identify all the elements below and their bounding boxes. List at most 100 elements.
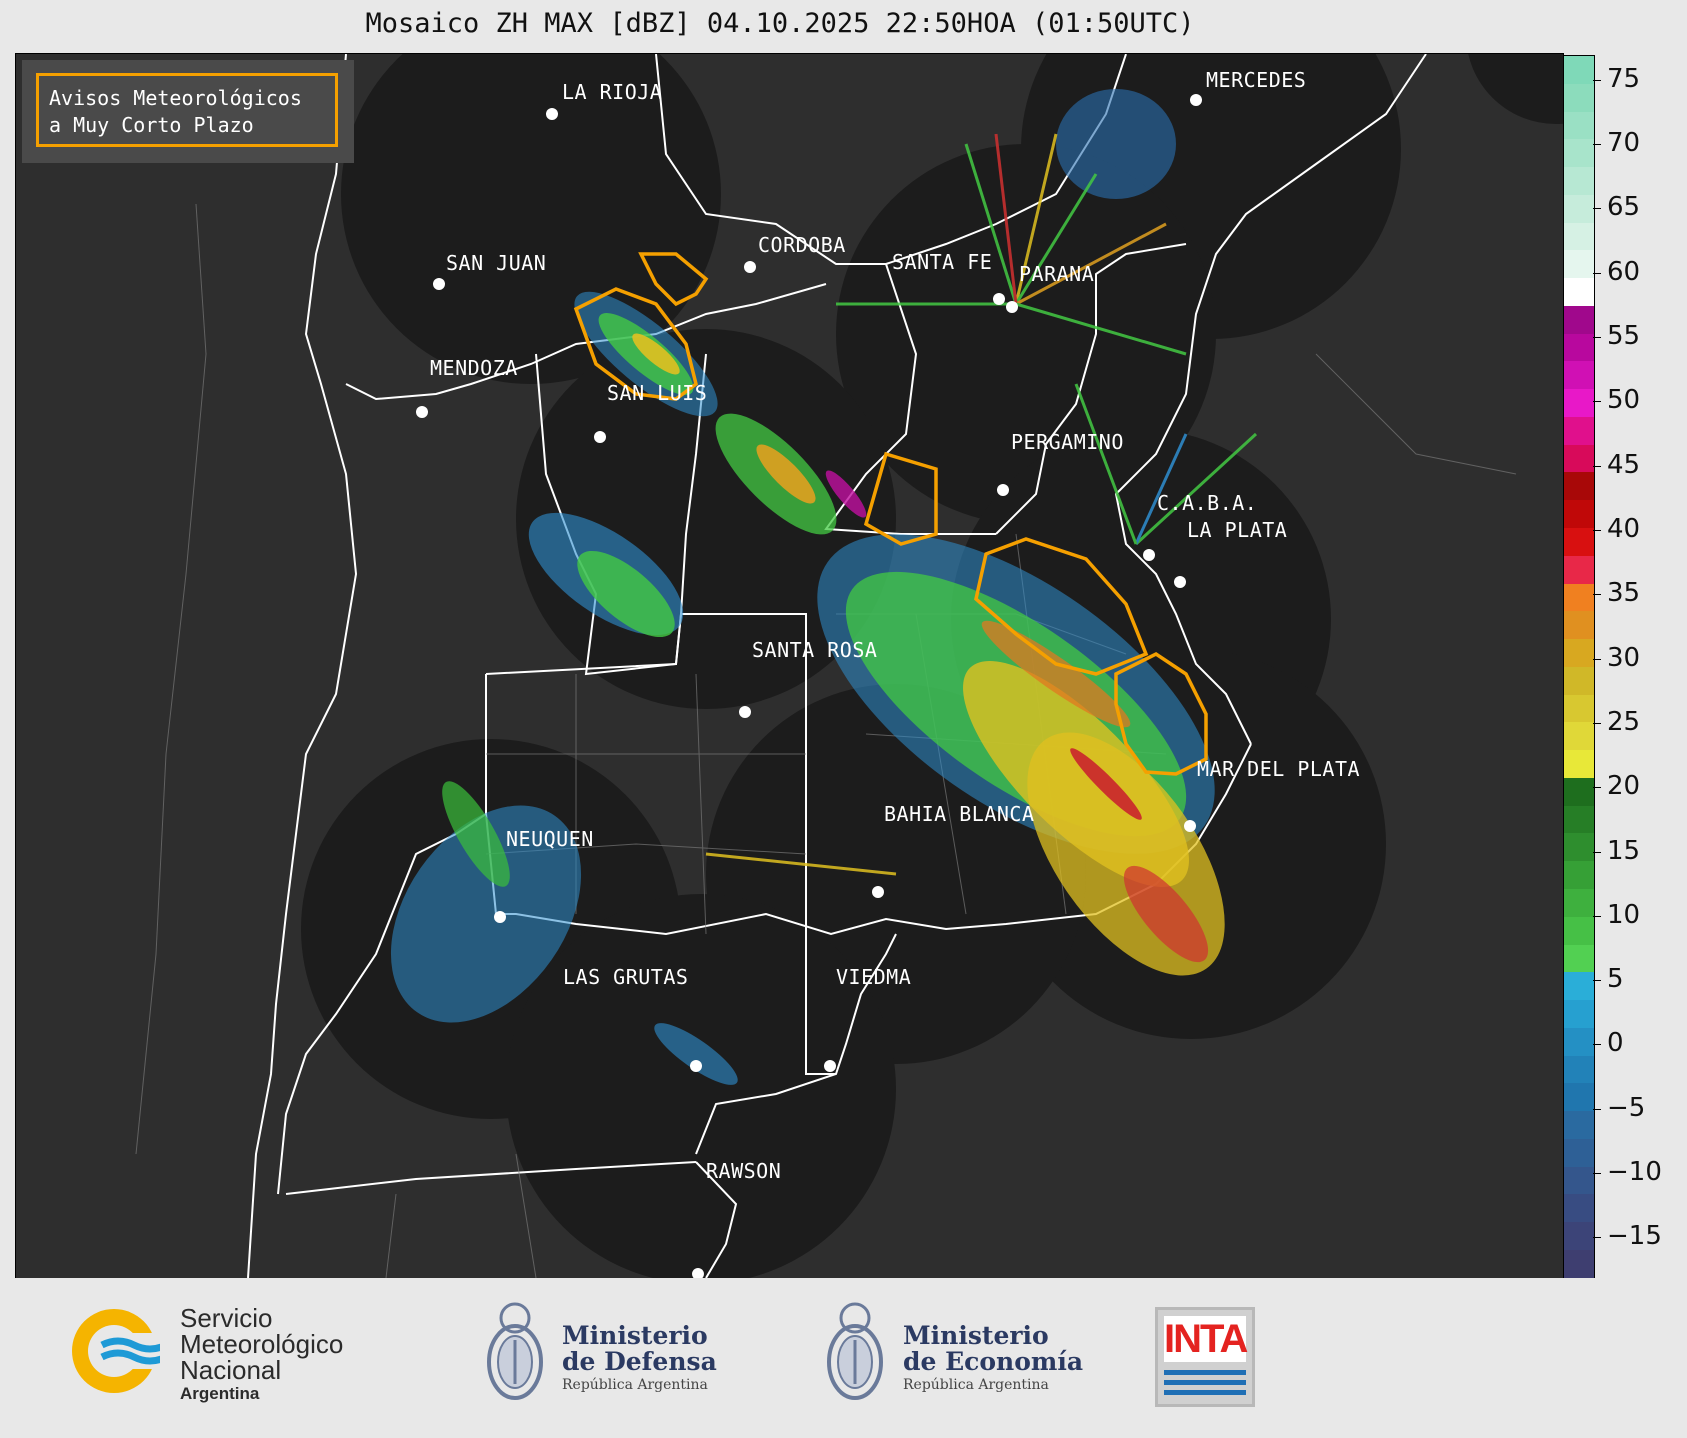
defensa-line-2: de Defensa	[562, 1347, 717, 1376]
colorbar-segment	[1564, 694, 1594, 723]
map-title: Mosaico ZH MAX [dBZ] 04.10.2025 22:50HOA…	[365, 8, 1195, 39]
colorbar-segment	[1564, 1194, 1594, 1223]
colorbar-segment	[1564, 1000, 1594, 1028]
colorbar-segment	[1564, 444, 1594, 473]
colorbar-segment	[1564, 1249, 1594, 1278]
city-label: C.A.B.A.	[1157, 491, 1258, 515]
colorbar-segment	[1564, 194, 1594, 223]
colorbar-tick-label: 45	[1592, 450, 1640, 480]
colorbar-tick-label: −15	[1593, 1221, 1662, 1251]
smn-line-1: Servicio	[180, 1303, 273, 1333]
colorbar-tick-label: 30	[1592, 643, 1640, 673]
city-label: SAN JUAN	[446, 251, 547, 275]
colorbar-segment	[1564, 944, 1594, 973]
colorbar-tick-label: 5	[1593, 964, 1624, 994]
smn-wordmark: Servicio Meteorológico Nacional Argentin…	[180, 1305, 343, 1405]
legend-line-2: a Muy Corto Plazo	[49, 113, 254, 137]
defensa-line-1: Ministerio	[562, 1321, 708, 1350]
colorbar-segment	[1564, 333, 1594, 362]
smn-logo-icon	[72, 1309, 160, 1393]
city-label: MAR DEL PLATA	[1197, 757, 1361, 781]
dbz-colorbar	[1563, 55, 1595, 1279]
colorbar-segment	[1564, 139, 1594, 168]
city-label: MENDOZA	[430, 356, 518, 380]
city-label: LAS GRUTAS	[563, 965, 689, 989]
colorbar-segment	[1564, 56, 1594, 84]
coat-of-arms-icon	[487, 1302, 543, 1400]
ministerio-economia-wordmark: Ministerio de Economía República Argenti…	[903, 1323, 1083, 1395]
inta-stripe	[1164, 1390, 1246, 1395]
colorbar-segment	[1564, 1083, 1594, 1112]
city-label: PERGAMINO	[1011, 430, 1124, 454]
economia-line-1: Ministerio	[903, 1321, 1049, 1350]
city-label: SAN LUIS	[607, 381, 708, 405]
colorbar-segment	[1564, 278, 1594, 306]
colorbar-tick-label: 60	[1592, 257, 1640, 287]
city-label: PARANA	[1019, 262, 1095, 286]
colorbar-tick-label: −5	[1592, 1093, 1645, 1123]
legend-line-1: Avisos Meteorológicos	[49, 86, 302, 110]
smn-line-2: Meteorológico	[180, 1329, 344, 1359]
radar-map[interactable]: LA RIOJA MERCEDES SAN JUAN CORDOBA SANTA…	[15, 53, 1564, 1279]
city-label: LA PLATA	[1187, 518, 1288, 542]
colorbar-segment	[1564, 472, 1594, 501]
colorbar-tick-label: 40	[1592, 514, 1640, 544]
colorbar-tick-label: 0	[1593, 1028, 1624, 1058]
colorbar-segment	[1564, 389, 1594, 417]
city-label: VIEDMA	[836, 965, 912, 989]
colorbar-segment	[1564, 611, 1594, 640]
colorbar-segment	[1564, 250, 1594, 279]
smn-line-4: Argentina	[180, 1384, 260, 1403]
colorbar-tick-label: 20	[1592, 771, 1640, 801]
colorbar-segment	[1564, 861, 1594, 889]
colorbar-segment	[1564, 111, 1594, 140]
colorbar-segment	[1564, 528, 1594, 556]
colorbar-segment	[1564, 722, 1594, 751]
colorbar-segment	[1564, 1111, 1594, 1139]
colorbar-tick-label: 70	[1592, 128, 1640, 158]
colorbar-segment	[1564, 1138, 1594, 1167]
economia-line-3: República Argentina	[903, 1377, 1049, 1393]
colorbar-segment	[1564, 1027, 1594, 1056]
colorbar-segment	[1564, 500, 1594, 529]
colorbar-tick-label: 35	[1592, 578, 1640, 608]
city-label: SANTA FE	[892, 250, 993, 274]
colorbar-segment	[1564, 639, 1594, 667]
city-label: MERCEDES	[1206, 68, 1307, 92]
inta-stripe	[1164, 1370, 1246, 1375]
colorbar-tick-label: 50	[1592, 385, 1640, 415]
colorbar-tick-label: −10	[1593, 1157, 1662, 1187]
city-label: BAHIA BLANCA	[884, 802, 1035, 826]
economia-line-2: de Economía	[903, 1347, 1084, 1376]
colorbar-tick-label: 75	[1592, 64, 1640, 94]
colorbar-segment	[1564, 916, 1594, 945]
colorbar-segment	[1564, 1166, 1594, 1195]
colorbar-segment	[1564, 416, 1594, 445]
colorbar-segment	[1564, 777, 1594, 806]
colorbar-tick-label: 65	[1592, 192, 1640, 222]
inta-stripe	[1164, 1380, 1246, 1385]
colorbar-segment	[1564, 222, 1594, 251]
colorbar-tick-label: 55	[1592, 321, 1640, 351]
colorbar-segment	[1564, 972, 1594, 1001]
defensa-line-3: República Argentina	[562, 1377, 708, 1393]
colorbar-segment	[1564, 666, 1594, 695]
city-label: RAWSON	[706, 1159, 782, 1183]
coat-of-arms-icon	[827, 1302, 883, 1400]
city-label: LA RIOJA	[562, 80, 663, 104]
colorbar-segment	[1564, 83, 1594, 112]
colorbar-tick-label: 10	[1592, 900, 1640, 930]
colorbar-segment	[1564, 167, 1594, 195]
warnings-legend: Avisos Meteorológicos a Muy Corto Plazo	[36, 73, 338, 147]
colorbar-segment	[1564, 750, 1594, 778]
colorbar-segment	[1564, 583, 1594, 612]
colorbar-segment	[1564, 1222, 1594, 1250]
colorbar-segment	[1564, 305, 1594, 334]
city-label: SANTA ROSA	[752, 638, 878, 662]
inta-logo: INTA	[1155, 1307, 1255, 1407]
colorbar-segment	[1564, 1055, 1594, 1084]
city-label: CORDOBA	[758, 233, 846, 257]
smn-line-3: Nacional	[180, 1355, 282, 1385]
colorbar-tick-label: 15	[1592, 836, 1640, 866]
inta-wordmark: INTA	[1164, 1316, 1248, 1362]
